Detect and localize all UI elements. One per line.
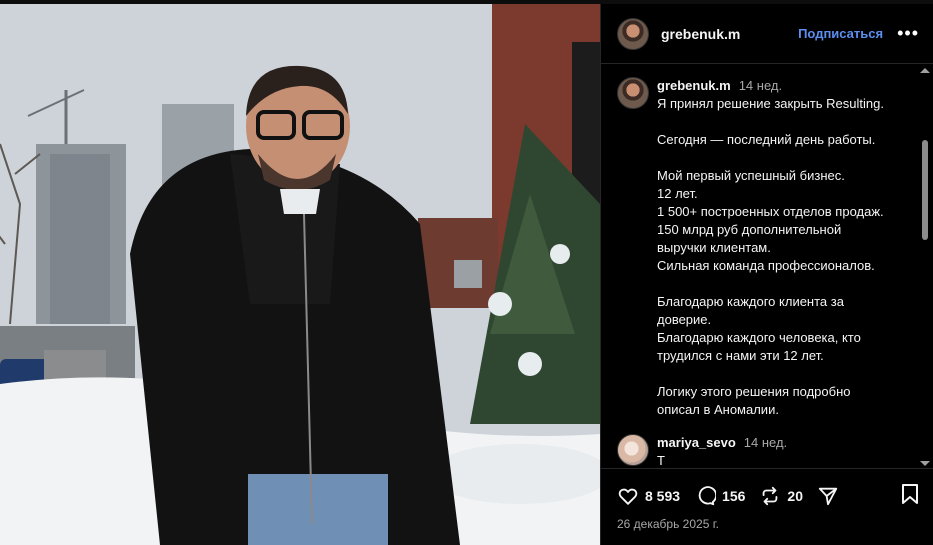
comment-time[interactable]: 14 нед.	[744, 434, 787, 452]
caption-line: Мой первый успешный бизнес.	[657, 168, 845, 183]
caption-body: grebenuk.m 14 нед. Я принял решение закр…	[657, 77, 919, 419]
comment-icon	[698, 486, 717, 506]
heart-icon	[618, 488, 638, 505]
caption-line: Сегодня — последний день работы.	[657, 132, 876, 147]
caption-line: Благодарю каждого клиента за	[657, 294, 844, 309]
comment-header: mariya_sevo 14 нед.	[657, 434, 919, 452]
like-button[interactable]: 8 593	[617, 485, 680, 507]
caption-line: Благодарю каждого человека, кто	[657, 330, 861, 345]
caption-line: Сильная команда профессионалов.	[657, 258, 875, 273]
reposts-count[interactable]: 20	[787, 488, 803, 504]
post-actions: 8 593 156 20 26 декабрь 2025 г.	[601, 468, 933, 545]
likes-count[interactable]: 8 593	[645, 488, 680, 504]
scroll-thumb[interactable]	[922, 140, 928, 240]
caption-username[interactable]: grebenuk.m	[657, 77, 731, 95]
caption-line: Логику этого решения подробно	[657, 384, 851, 399]
comment-item: mariya_sevo 14 нед. Т	[617, 434, 919, 467]
caption-line	[657, 113, 919, 131]
comments-count[interactable]: 156	[722, 488, 745, 504]
caption-header: grebenuk.m 14 нед.	[657, 77, 919, 95]
comment-text: Т	[657, 453, 665, 467]
post-side-panel: grebenuk.m Подписаться ••• grebenuk.m 14…	[600, 4, 933, 545]
comment-username[interactable]: mariya_sevo	[657, 434, 736, 452]
comment-button[interactable]: 156	[694, 485, 745, 507]
more-icon[interactable]: •••	[897, 23, 919, 44]
caption-line: трудился с нами эти 12 лет.	[657, 348, 824, 363]
scroll-down-arrow-icon[interactable]	[920, 461, 930, 466]
comment-body: mariya_sevo 14 нед. Т	[657, 434, 919, 467]
action-row: 8 593 156 20	[617, 483, 920, 509]
follow-button[interactable]: Подписаться	[798, 26, 883, 41]
caption-line: 150 млрд руб дополнительной	[657, 222, 842, 237]
caption-time[interactable]: 14 нед.	[739, 77, 782, 95]
repost-icon	[763, 486, 778, 506]
comments-list: grebenuk.m 14 нед. Я принял решение закр…	[601, 65, 919, 467]
caption-line: Я принял решение закрыть Resulting.	[657, 96, 884, 111]
scroll-up-arrow-icon[interactable]	[920, 68, 930, 73]
comments-scrollbar[interactable]	[919, 66, 931, 468]
caption-line: доверие.	[657, 312, 712, 327]
caption-comment: grebenuk.m 14 нед. Я принял решение закр…	[617, 77, 919, 419]
post-header: grebenuk.m Подписаться •••	[601, 4, 933, 64]
send-icon	[818, 487, 838, 506]
caption-author-avatar[interactable]	[617, 77, 649, 109]
caption-line: описал в Аномалии.	[657, 402, 779, 417]
post-photo-image	[0, 4, 600, 545]
caption-line: 1 500+ построенных отделов продаж.	[657, 204, 884, 219]
author-username[interactable]: grebenuk.m	[661, 26, 740, 42]
save-button[interactable]	[900, 483, 920, 510]
author-avatar[interactable]	[617, 17, 649, 50]
share-button[interactable]	[817, 485, 839, 507]
caption-line: выручки клиентам.	[657, 240, 771, 255]
post-date[interactable]: 26 декабрь 2025 г.	[617, 517, 920, 531]
commenter-avatar[interactable]	[617, 434, 649, 466]
caption-line	[657, 275, 919, 293]
caption-line	[657, 149, 919, 167]
repost-button[interactable]: 20	[759, 485, 803, 507]
caption-line	[657, 365, 919, 383]
bookmark-icon	[902, 483, 918, 504]
post-photo[interactable]	[0, 4, 600, 545]
caption-line: 12 лет.	[657, 186, 698, 201]
